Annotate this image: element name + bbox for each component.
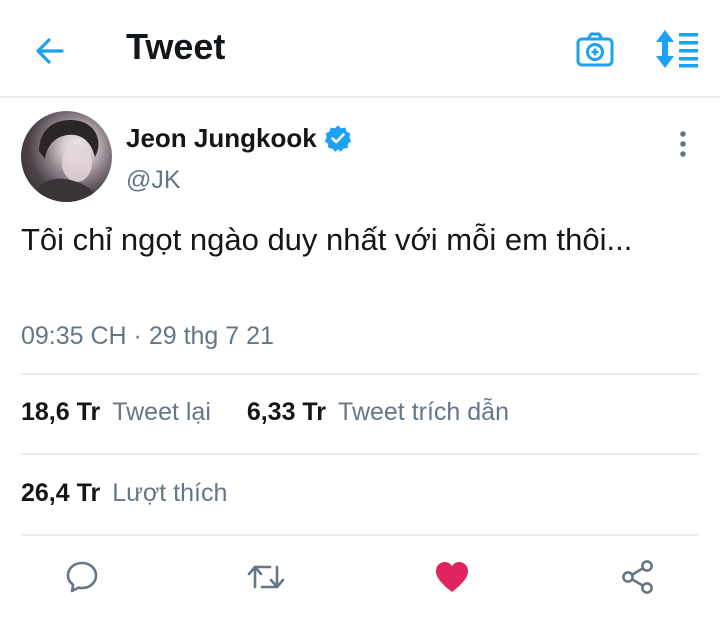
tweet-action-bar — [0, 540, 720, 615]
share-button[interactable] — [615, 554, 661, 600]
quotes-label: Tweet trích dẫn — [338, 398, 509, 426]
divider — [21, 373, 699, 375]
display-name[interactable]: Jeon Jungkook — [126, 123, 317, 154]
retweet-stats-row: 18,6 Tr Tweet lại 6,33 Tr Tweet trích dẫn — [21, 398, 509, 438]
retweets-label: Tweet lại — [112, 398, 211, 426]
like-button[interactable] — [429, 554, 475, 600]
likes-label: Lượt thích — [112, 479, 228, 507]
retweets-stat[interactable]: 18,6 Tr Tweet lại — [21, 398, 218, 426]
reply-button[interactable] — [59, 554, 105, 600]
retweets-count: 18,6 Tr — [21, 398, 101, 426]
sort-icon — [656, 30, 698, 68]
likes-stat[interactable]: 26,4 Tr Lượt thích — [21, 479, 227, 507]
back-button[interactable] — [30, 31, 70, 71]
reply-icon — [66, 561, 98, 593]
arrow-left-icon — [36, 38, 64, 64]
sort-button[interactable] — [652, 28, 700, 70]
share-icon — [622, 560, 653, 594]
avatar[interactable] — [21, 111, 112, 202]
divider — [21, 453, 699, 455]
camera-button[interactable] — [575, 30, 615, 70]
user-handle[interactable]: @JK — [126, 166, 181, 195]
retweet-button[interactable] — [243, 554, 289, 600]
page-title: Tweet — [126, 26, 226, 67]
tweet-text: Tôi chỉ ngọt ngào duy nhất với mỗi em th… — [21, 222, 633, 257]
tweet-timestamp[interactable]: 09:35 CH · 29 thg 7 21 — [21, 322, 274, 351]
quotes-stat[interactable]: 6,33 Tr Tweet trích dẫn — [247, 398, 509, 426]
app-header: Tweet — [0, 0, 720, 98]
more-options-button[interactable] — [668, 126, 698, 162]
more-vertical-icon — [680, 131, 686, 157]
divider — [21, 534, 699, 536]
camera-icon — [576, 32, 614, 67]
avatar-photo — [31, 120, 101, 202]
likes-stats-row: 26,4 Tr Lượt thích — [21, 479, 227, 519]
likes-count: 26,4 Tr — [21, 479, 101, 507]
retweet-icon — [247, 565, 285, 589]
verified-badge-icon — [324, 125, 352, 152]
heart-icon — [436, 562, 468, 592]
quotes-count: 6,33 Tr — [246, 398, 327, 426]
